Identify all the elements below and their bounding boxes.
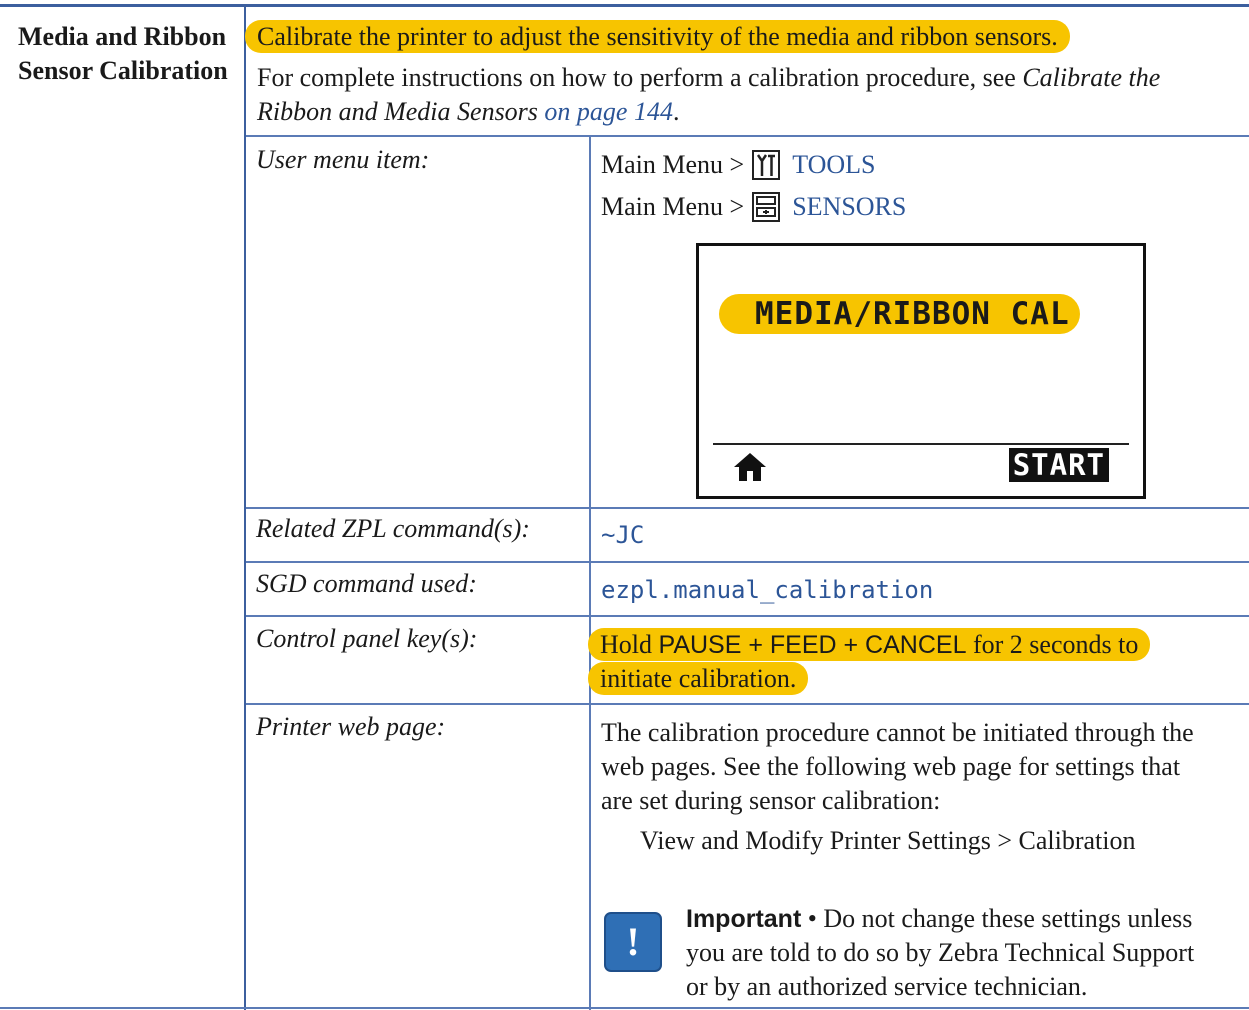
tools-menu-link[interactable]: TOOLS [792, 148, 875, 182]
web-page-path: View and Modify Printer Settings > Calib… [640, 826, 1136, 855]
important-icon: ! [604, 912, 662, 972]
label-column-divider [589, 137, 591, 1010]
important-label: Important [686, 905, 802, 933]
row-divider-3 [246, 615, 1249, 617]
web-page-line1: The calibration procedure cannot be init… [601, 718, 1194, 747]
zpl-value: ~JC [601, 521, 645, 549]
intro-line2-end: . [672, 97, 680, 126]
lcd-start-button[interactable]: START [1008, 448, 1109, 482]
lcd-divider [713, 443, 1129, 445]
intro-highlight: Calibrate the printer to adjust the sens… [245, 20, 1070, 54]
intro-page-link[interactable]: on page 144 [538, 97, 673, 126]
control-panel-keys: PAUSE + FEED + CANCEL [658, 631, 967, 659]
section-title: Media and Ribbon Sensor Calibration [18, 22, 228, 85]
control-panel-rest1: for 2 seconds to [966, 630, 1139, 659]
row-divider-1 [246, 507, 1249, 509]
intro-line1-italic: Calibrate the [1022, 63, 1161, 92]
important-line3: or by an authorized service technician. [686, 972, 1088, 1001]
menu-path-tools: Main Menu > TOOLS [601, 148, 876, 182]
zpl-label: Related ZPL command(s): [256, 514, 530, 543]
sensors-icon [752, 192, 781, 222]
row-divider-2 [246, 561, 1249, 563]
control-panel-value: Hold PAUSE + FEED + CANCEL for 2 seconds… [588, 628, 1151, 696]
important-line1: Do not change these settings unless [823, 904, 1193, 933]
web-page-line2: web pages. See the following web page fo… [601, 752, 1181, 781]
tools-icon [752, 150, 781, 180]
control-panel-hold: Hold [600, 630, 659, 659]
intro-instructions: For complete instructions on how to perf… [257, 61, 1247, 129]
important-bullet: • [801, 904, 824, 933]
top-rule [0, 4, 1249, 7]
intro-line1-plain: For complete instructions on how to perf… [257, 63, 1023, 92]
user-menu-label: User menu item: [256, 145, 430, 174]
home-icon[interactable] [733, 452, 767, 482]
menu-path-sensors: Main Menu > SENSORS [601, 190, 906, 224]
web-page-line3: are set during sensor calibration: [601, 786, 941, 815]
sgd-label: SGD command used: [256, 569, 477, 598]
menu-path-prefix: Main Menu > [601, 192, 745, 221]
control-panel-line1: Hold PAUSE + FEED + CANCEL for 2 seconds… [588, 628, 1151, 661]
lcd-title: MEDIA/RIBBON CAL [719, 294, 1080, 334]
bottom-rule [0, 1007, 1249, 1009]
menu-path-prefix: Main Menu > [601, 150, 745, 179]
important-line2: you are told to do so by Zebra Technical… [686, 938, 1195, 967]
web-page-label: Printer web page: [256, 712, 446, 741]
important-note: Important • Do not change these settings… [686, 902, 1194, 1004]
sgd-value: ezpl.manual_calibration [601, 576, 934, 604]
web-page-description: The calibration procedure cannot be init… [601, 716, 1194, 818]
lcd-display: MEDIA/RIBBON CAL START [696, 243, 1146, 499]
intro-link-title[interactable]: Ribbon and Media Sensors [257, 97, 538, 126]
intro-divider [246, 135, 1249, 137]
control-panel-line2: initiate calibration. [588, 662, 809, 695]
intro-highlight-text: Calibrate the printer to adjust the sens… [245, 20, 1070, 53]
control-panel-label: Control panel key(s): [256, 624, 478, 653]
sensors-menu-link[interactable]: SENSORS [792, 190, 906, 224]
row-divider-4 [246, 703, 1249, 705]
